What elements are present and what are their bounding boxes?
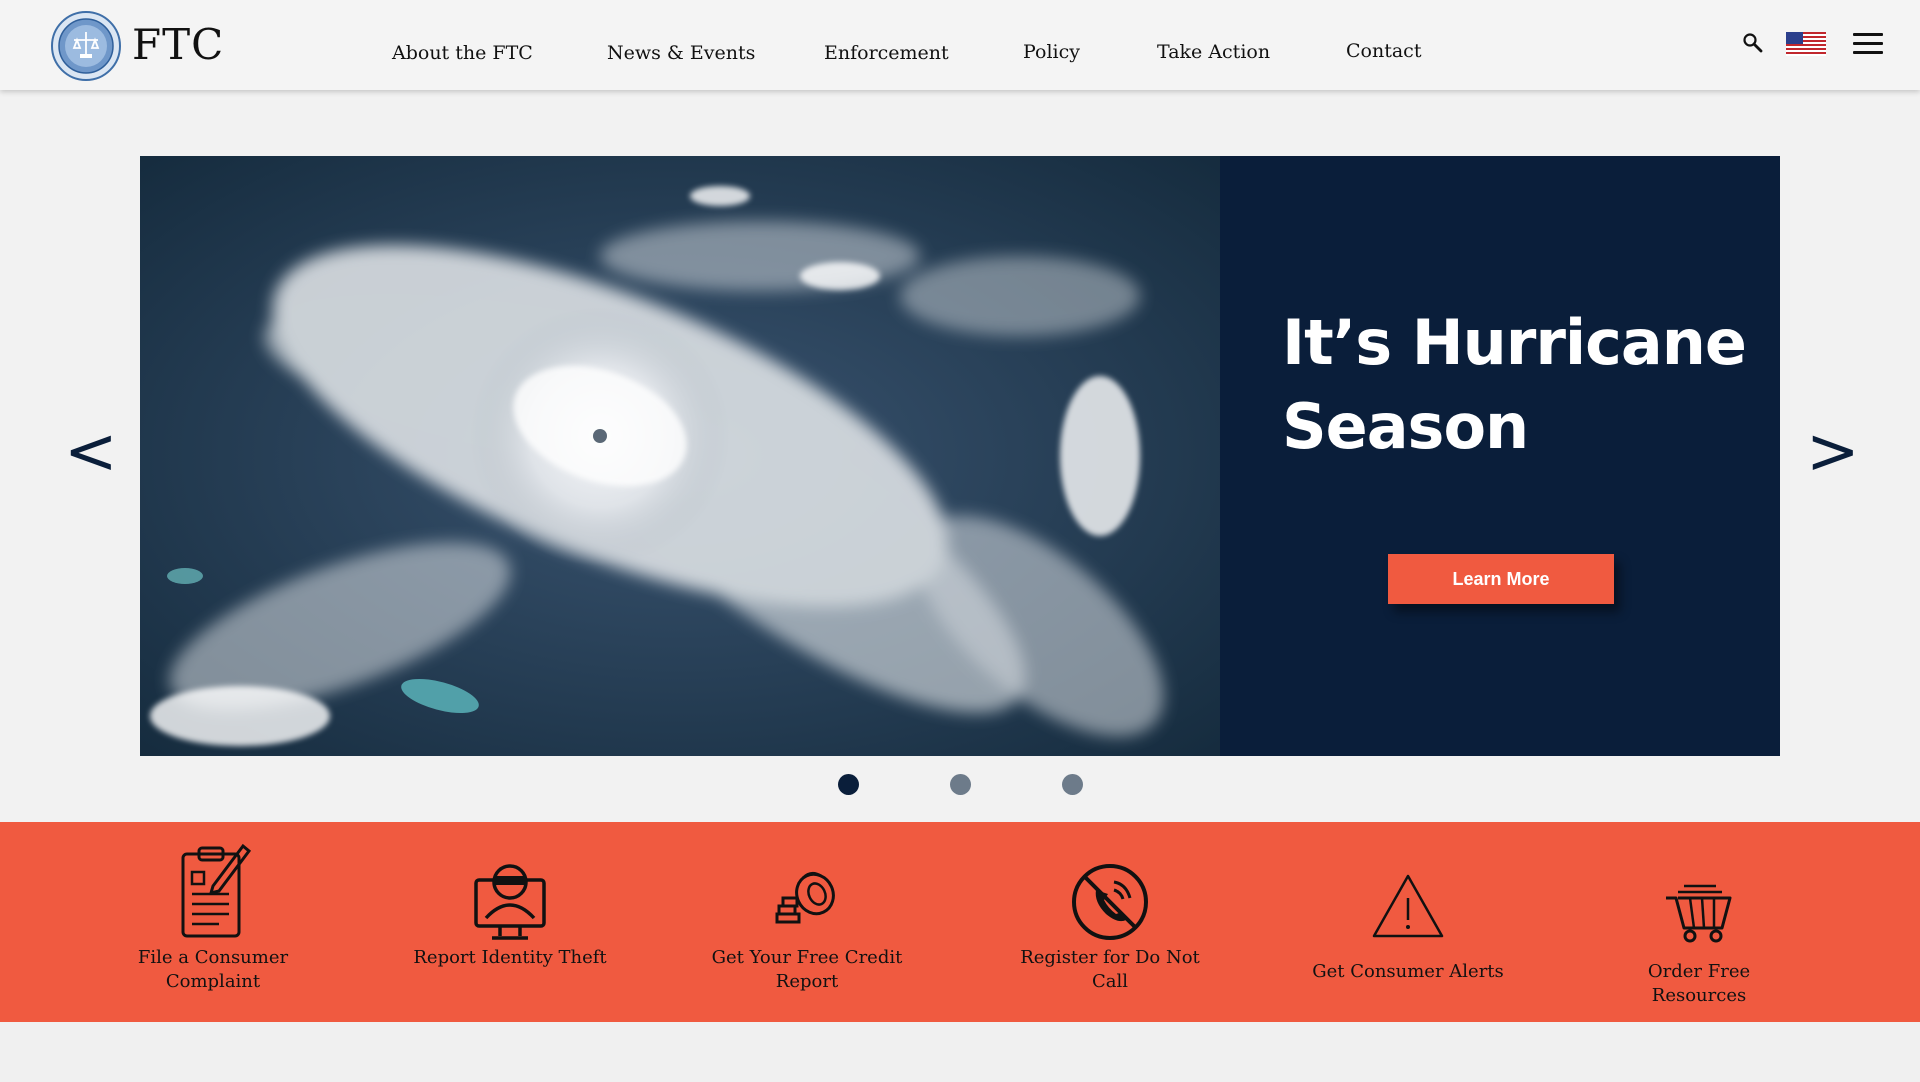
- hero-carousel: It’s Hurricane Season Learn More: [140, 156, 1780, 756]
- hero-text-panel: It’s Hurricane Season Learn More: [1220, 156, 1780, 756]
- nav-enforcement[interactable]: Enforcement: [824, 42, 949, 64]
- action-consumer-alerts[interactable]: Get Consumer Alerts: [1308, 822, 1508, 1022]
- action-do-not-call[interactable]: Register for Do Not Call: [1010, 822, 1210, 1022]
- nav-contact[interactable]: Contact: [1346, 40, 1421, 62]
- carousel-dot-1[interactable]: [838, 774, 859, 795]
- action-credit-report[interactable]: Get Your Free Credit Report: [707, 822, 907, 1022]
- do-not-call-icon: [1072, 864, 1148, 940]
- brand-name[interactable]: FTC: [132, 20, 224, 69]
- identity-thief-icon: [474, 864, 546, 940]
- nav-take-action[interactable]: Take Action: [1157, 41, 1270, 63]
- page-bottom-strip: [0, 1022, 1920, 1082]
- action-label: Register for Do Not Call: [1020, 947, 1200, 992]
- learn-more-button[interactable]: Learn More: [1388, 554, 1614, 604]
- action-identity-theft[interactable]: Report Identity Theft: [410, 822, 610, 1022]
- nav-policy[interactable]: Policy: [1023, 41, 1080, 63]
- action-label: Get Consumer Alerts: [1312, 961, 1504, 982]
- carousel-dot-3[interactable]: [1062, 774, 1083, 795]
- shopping-cart-icon: [1666, 884, 1732, 943]
- action-label: Order Free Resources: [1647, 961, 1751, 1006]
- action-label: Get Your Free Credit Report: [711, 947, 903, 992]
- action-order-resources[interactable]: Order Free Resources: [1599, 822, 1799, 1022]
- search-icon[interactable]: [1742, 32, 1764, 54]
- carousel-indicators: [0, 774, 1920, 796]
- action-label: File a Consumer Complaint: [137, 947, 289, 992]
- carousel-next-arrow[interactable]: >: [1806, 420, 1860, 484]
- us-flag-icon[interactable]: [1786, 32, 1826, 56]
- nav-about[interactable]: About the FTC: [392, 42, 533, 64]
- hero-title: It’s Hurricane Season: [1282, 306, 1747, 463]
- carousel-prev-arrow[interactable]: <: [64, 420, 118, 484]
- action-label: Report Identity Theft: [413, 947, 607, 968]
- ftc-seal-logo[interactable]: [50, 10, 122, 82]
- site-header: FTC About the FTC News & Events Enforcem…: [0, 0, 1920, 90]
- credit-report-icon: [775, 871, 835, 924]
- carousel-dot-2[interactable]: [950, 774, 971, 795]
- action-file-complaint[interactable]: File a Consumer Complaint: [113, 822, 313, 1022]
- nav-news-events[interactable]: News & Events: [607, 42, 755, 64]
- complaint-clipboard-icon: [181, 843, 252, 938]
- alert-triangle-icon: [1372, 874, 1444, 938]
- hamburger-menu-icon[interactable]: [1853, 33, 1883, 55]
- quick-actions-band: File a Consumer Complaint Report Identit…: [0, 822, 1920, 1022]
- hurricane-satellite-image: [140, 156, 1220, 756]
